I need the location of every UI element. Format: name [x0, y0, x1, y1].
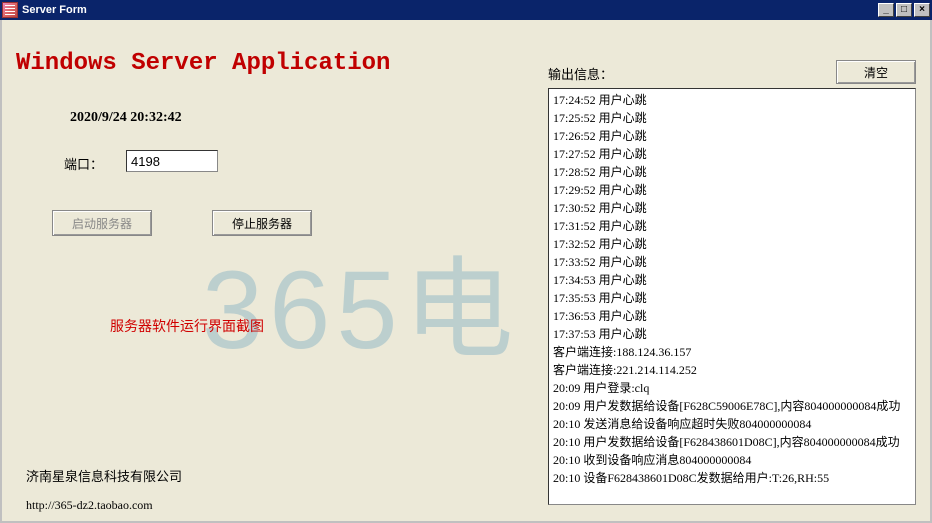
- clear-button[interactable]: 清空: [836, 60, 916, 84]
- log-line[interactable]: 20:10 发送消息给设备响应超时失败804000000084: [553, 415, 911, 433]
- app-icon: [2, 2, 18, 18]
- log-line[interactable]: 20:10 收到设备响应消息804000000084: [553, 451, 911, 469]
- screenshot-caption: 服务器软件运行界面截图: [110, 316, 264, 336]
- log-line[interactable]: 17:37:53 用户心跳: [553, 325, 911, 343]
- log-line[interactable]: 20:10 用户发数据给设备[F628438601D08C],内容8040000…: [553, 433, 911, 451]
- watermark: 365电: [202, 220, 520, 380]
- window-title: Server Form: [22, 4, 876, 16]
- output-label: 输出信息：: [548, 64, 613, 83]
- log-line[interactable]: 17:31:52 用户心跳: [553, 217, 911, 235]
- log-line[interactable]: 17:26:52 用户心跳: [553, 127, 911, 145]
- log-line[interactable]: 17:33:52 用户心跳: [553, 253, 911, 271]
- log-line[interactable]: 20:09 用户发数据给设备[F628C59006E78C],内容8040000…: [553, 397, 911, 415]
- log-line[interactable]: 17:27:52 用户心跳: [553, 145, 911, 163]
- log-line[interactable]: 17:30:52 用户心跳: [553, 199, 911, 217]
- start-server-button[interactable]: 启动服务器: [52, 210, 152, 236]
- log-line[interactable]: 17:29:52 用户心跳: [553, 181, 911, 199]
- log-line[interactable]: 17:24:52 用户心跳: [553, 91, 911, 109]
- client-area: 365电 Windows Server Application 2020/9/2…: [0, 20, 932, 523]
- log-line[interactable]: 客户端连接:188.124.36.157: [553, 343, 911, 361]
- stop-server-button[interactable]: 停止服务器: [212, 210, 312, 236]
- app-heading: Windows Server Application: [16, 50, 390, 77]
- log-line[interactable]: 20:10 设备F628438601D08C发数据给用户:T:26,RH:55: [553, 469, 911, 487]
- log-line[interactable]: 17:35:53 用户心跳: [553, 289, 911, 307]
- log-line[interactable]: 17:34:53 用户心跳: [553, 271, 911, 289]
- log-line[interactable]: 客户端连接:221.214.114.252: [553, 361, 911, 379]
- log-line[interactable]: 17:36:53 用户心跳: [553, 307, 911, 325]
- url-label: http://365-dz2.taobao.com: [26, 498, 153, 513]
- port-input[interactable]: [126, 150, 218, 172]
- titlebar: Server Form _ □ ×: [0, 0, 932, 20]
- log-line[interactable]: 17:28:52 用户心跳: [553, 163, 911, 181]
- minimize-button[interactable]: _: [878, 3, 894, 17]
- company-label: 济南星泉信息科技有限公司: [26, 466, 182, 485]
- port-label: 端口：: [64, 154, 103, 173]
- log-listbox[interactable]: 17:24:52 用户心跳17:25:52 用户心跳17:26:52 用户心跳1…: [548, 88, 916, 505]
- log-line[interactable]: 20:09 用户登录:clq: [553, 379, 911, 397]
- datetime-label: 2020/9/24 20:32:42: [70, 110, 182, 126]
- log-line[interactable]: 17:32:52 用户心跳: [553, 235, 911, 253]
- close-button[interactable]: ×: [914, 3, 930, 17]
- log-line[interactable]: 17:25:52 用户心跳: [553, 109, 911, 127]
- maximize-button[interactable]: □: [896, 3, 912, 17]
